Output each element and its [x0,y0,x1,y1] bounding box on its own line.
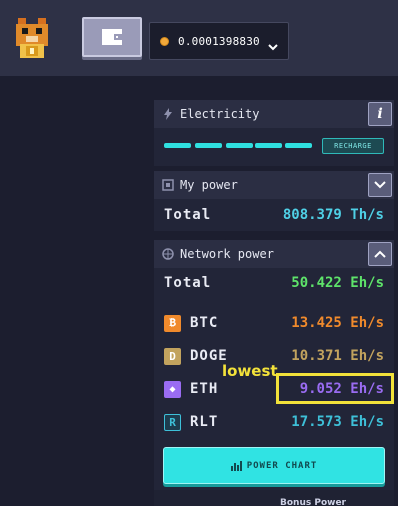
chevron-down-icon [374,181,386,189]
electricity-title: Electricity [180,107,260,121]
lightning-icon [162,108,174,120]
bar-chart-icon [230,460,242,471]
eth-icon: ◆ [164,380,181,398]
chevron-up-icon [374,250,386,258]
energy-segment [195,143,222,148]
wallet-icon [101,28,123,50]
energy-segment [255,143,282,148]
total-label: Total [164,207,212,223]
my-power-total-value: 808.379 Th/s [282,207,384,223]
lowest-annotation: lowest [222,362,278,380]
top-bar: 0.0001398830 [0,0,398,76]
energy-segment [285,143,312,148]
highlight-box [276,373,394,404]
rlt-icon: R [164,413,181,431]
collapse-toggle-button[interactable] [368,173,392,197]
coin-value: 10.371 Eh/s [291,348,384,364]
doge-icon: D [164,347,181,365]
coin-row-btc: ₿ BTC 13.425 Eh/s [154,309,394,337]
chevron-down-icon [268,36,278,55]
hamster-logo-icon[interactable] [12,14,52,60]
coin-value: 13.425 Eh/s [291,315,384,331]
bonus-power-strip [154,490,394,506]
energy-segment [164,143,191,148]
my-power-title: My power [180,178,238,192]
electricity-header: Electricity i [154,100,394,128]
info-button[interactable]: i [368,102,392,126]
power-chart-button[interactable]: POWER CHART [163,447,385,484]
coin-value: 17.573 Eh/s [291,414,384,430]
balance-dropdown[interactable]: 0.0001398830 [149,22,289,60]
my-power-header[interactable]: My power [154,171,394,199]
coin-symbol: BTC [190,315,219,331]
network-power-header[interactable]: Network power [154,240,394,268]
energy-segment [226,143,253,148]
total-label: Total [164,275,212,291]
power-chart-label: POWER CHART [246,460,318,471]
network-power-title: Network power [180,247,274,261]
coin-symbol: ETH [190,381,219,397]
collapse-toggle-button[interactable] [368,242,392,266]
my-power-total-row: Total 808.379 Th/s [154,199,394,231]
network-total-row: Total 50.422 Eh/s [154,268,394,298]
coin-icon [160,36,169,46]
btc-icon: ₿ [164,314,181,332]
recharge-button[interactable]: RECHARGE [322,138,384,154]
globe-icon [162,248,174,260]
network-total-value: 50.422 Eh/s [291,275,384,291]
electricity-body: RECHARGE [154,128,394,166]
bonus-power-label: Bonus Power [280,498,346,506]
coin-symbol: RLT [190,414,219,430]
coin-row-rlt: R RLT 17.573 Eh/s [154,408,394,436]
cpu-icon [162,179,174,191]
balance-value: 0.0001398830 [178,34,260,48]
wallet-button[interactable] [82,17,142,57]
